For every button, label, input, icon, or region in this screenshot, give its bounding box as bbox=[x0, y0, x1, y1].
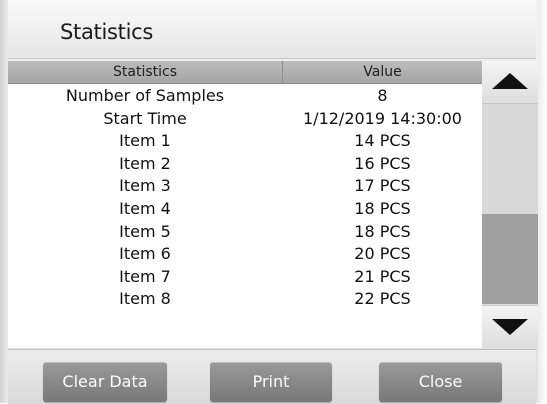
row-label: Item 5 bbox=[119, 221, 171, 241]
column-header-value: Value bbox=[363, 64, 402, 80]
table-row: Item 8 22 PCS bbox=[8, 288, 482, 311]
row-label: Number of Samples bbox=[65, 86, 225, 105]
row-value: 1/12/2019 14:30:00 bbox=[303, 108, 462, 128]
row-label: Item 3 bbox=[119, 176, 171, 196]
row-label: Item 4 bbox=[119, 198, 171, 218]
scrollbar-thumb[interactable] bbox=[482, 214, 538, 304]
row-label: Item 1 bbox=[119, 131, 171, 151]
scroll-up-button[interactable] bbox=[482, 61, 538, 104]
close-button[interactable]: Close bbox=[379, 362, 502, 402]
row-value: 16 PCS bbox=[354, 153, 411, 173]
clear-data-button[interactable]: Clear Data bbox=[43, 362, 167, 402]
row-value: 8 bbox=[377, 86, 388, 105]
table-row: Item 4 18 PCS bbox=[8, 198, 482, 221]
column-header-statistics: Statistics bbox=[8, 61, 283, 83]
row-label: Item 2 bbox=[119, 153, 171, 173]
table-row: Item 2 16 PCS bbox=[8, 153, 482, 176]
statistics-table: Statistics Value Number of Samples 8 Start… bbox=[8, 61, 482, 348]
table-row: Item 1 14 PCS bbox=[8, 130, 482, 153]
row-value: 22 PCS bbox=[354, 289, 411, 309]
row-value: 20 PCS bbox=[354, 244, 411, 264]
row-label: Item 7 bbox=[119, 266, 171, 286]
statistics-screen: Statistics Statistics Value Number of Sa… bbox=[0, 0, 547, 404]
scrollbar-track[interactable] bbox=[482, 104, 538, 304]
scrollbar[interactable] bbox=[482, 61, 538, 348]
row-value: 18 PCS bbox=[354, 198, 411, 218]
row-label: Start Time bbox=[103, 108, 187, 128]
table-row: Number of Samples 8 bbox=[8, 85, 482, 108]
row-value: 18 PCS bbox=[354, 221, 411, 241]
table-header: Statistics Value bbox=[8, 61, 482, 84]
row-label: Item 6 bbox=[119, 244, 171, 264]
table-row: Item 5 18 PCS bbox=[8, 221, 482, 244]
right-edge bbox=[538, 0, 547, 403]
row-value: 14 PCS bbox=[354, 131, 411, 151]
table-row: Item 7 21 PCS bbox=[8, 266, 482, 289]
scroll-down-button[interactable] bbox=[482, 305, 538, 348]
triangle-up-icon bbox=[492, 73, 528, 89]
row-value: 21 PCS bbox=[354, 266, 411, 286]
row-value: 17 PCS bbox=[354, 176, 411, 196]
table-body: Number of Samples 8 Start Time 1/12/2019 14… bbox=[8, 85, 482, 311]
title-bar: Statistics bbox=[8, 0, 536, 59]
left-edge bbox=[0, 0, 8, 403]
footer-bar: Clear Data Print Close bbox=[8, 349, 536, 404]
print-button[interactable]: Print bbox=[210, 362, 332, 402]
table-row: Item 6 20 PCS bbox=[8, 243, 482, 266]
triangle-down-icon bbox=[492, 319, 528, 335]
table-row: Start Time 1/12/2019 14:30:00 bbox=[8, 108, 482, 131]
page-title: Statistics bbox=[60, 20, 153, 44]
table-row: Item 3 17 PCS bbox=[8, 175, 482, 198]
row-label: Item 8 bbox=[119, 289, 171, 309]
